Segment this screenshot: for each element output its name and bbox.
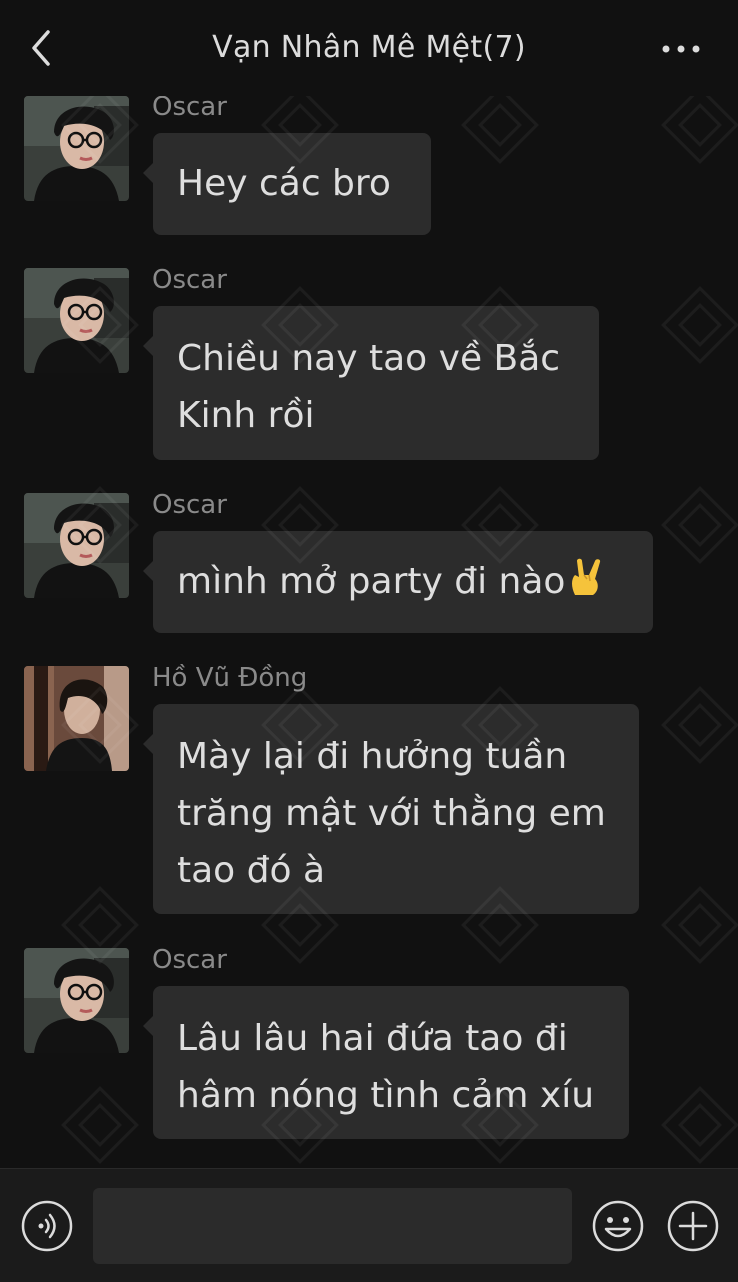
more-button[interactable] [656, 34, 706, 64]
message-text: Lâu lâu hai đứa tao đi [177, 1018, 568, 1059]
message-bubble[interactable]: Hey các bro [143, 133, 431, 235]
avatar-oscar[interactable] [24, 493, 129, 598]
message-bubble[interactable]: mình mở party đi nào [143, 531, 653, 633]
chat-title: Vạn Nhân Mê Mệt(7) [212, 30, 526, 65]
sender-name: Oscar [152, 265, 227, 295]
chat-header: Vạn Nhân Mê Mệt(7) [0, 0, 738, 96]
message-text: Hey các bro [177, 163, 391, 204]
sender-name: Oscar [152, 490, 227, 520]
voice-icon [21, 1200, 73, 1252]
sender-name: Oscar [152, 945, 227, 975]
more-horizontal-icon [662, 45, 700, 53]
message-text: trăng mật với thằng em [177, 793, 606, 834]
message-text: Kinh rồi [177, 395, 315, 436]
avatar-oscar[interactable] [24, 96, 129, 201]
avatar-oscar[interactable] [24, 948, 129, 1053]
message-text: hâm nóng tình cảm xíu [177, 1075, 595, 1116]
emoji-icon [592, 1200, 644, 1252]
message-bubble[interactable]: Lâu lâu hai đứa tao đi hâm nóng tình cảm… [143, 986, 629, 1139]
message-text: mình mở party đi nào [177, 561, 566, 602]
message-text: Mày lại đi hưởng tuần [177, 736, 568, 777]
sender-name: Hồ Vũ Đồng [152, 663, 308, 693]
message-text: Chiều nay tao về Bắc [177, 338, 561, 379]
emoji-button[interactable] [591, 1199, 645, 1253]
message-bubble[interactable]: Mày lại đi hưởng tuần trăng mật với thằn… [143, 704, 639, 914]
input-bar [0, 1168, 738, 1282]
avatar-oscar[interactable] [24, 268, 129, 373]
sender-name: Oscar [152, 92, 227, 122]
message-input[interactable] [93, 1188, 572, 1264]
plus-icon [667, 1200, 719, 1252]
voice-button[interactable] [20, 1199, 74, 1253]
message-bubble[interactable]: Chiều nay tao về Bắc Kinh rồi [143, 306, 599, 460]
sign-of-horns-emoji [572, 558, 601, 595]
message-text: tao đó à [177, 850, 326, 891]
plus-button[interactable] [666, 1199, 720, 1253]
avatar-ho-vu-dong[interactable] [24, 666, 129, 771]
